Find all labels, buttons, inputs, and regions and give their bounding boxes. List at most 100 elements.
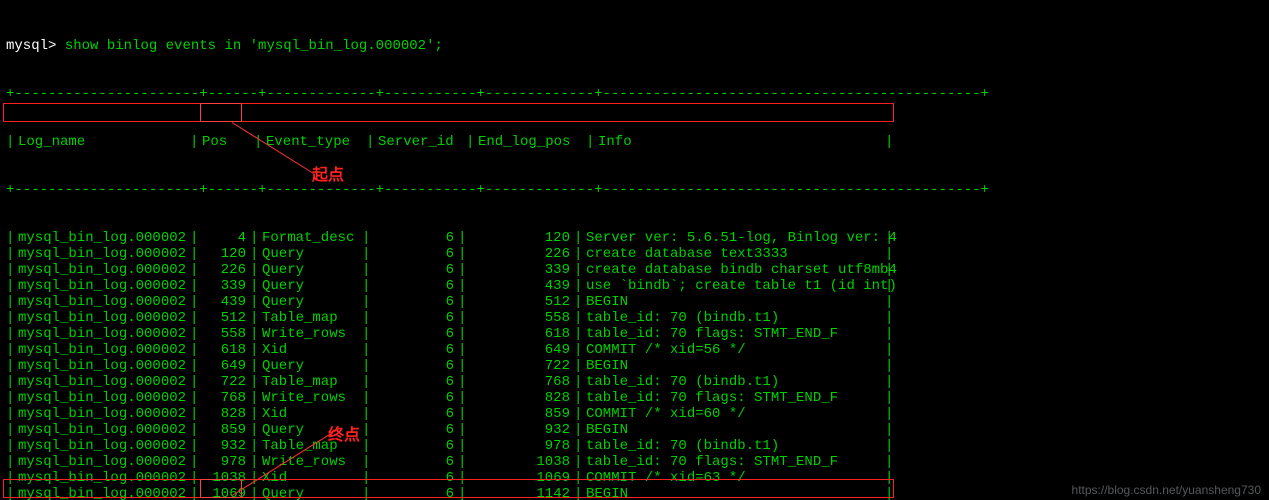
cell-log-name: mysql_bin_log.000002 — [14, 310, 190, 326]
cell-server-id: 6 — [370, 310, 458, 326]
cell-event-type: Table_map — [258, 310, 362, 326]
cell-event-type: Query — [258, 358, 362, 374]
cell-info: Server ver: 5.6.51-log, Binlog ver: 4 — [582, 230, 1269, 246]
cell-server-id: 6 — [370, 374, 458, 390]
cell-pos: 859 — [198, 422, 250, 438]
table-row: |mysql_bin_log.000002|978|Write_rows|6|1… — [6, 454, 1269, 470]
cell-server-id: 6 — [370, 486, 458, 500]
cell-end-log-pos: 226 — [466, 246, 574, 262]
cell-info: table_id: 70 (bindb.t1) — [582, 438, 1269, 454]
cell-log-name: mysql_bin_log.000002 — [14, 438, 190, 454]
cell-server-id: 6 — [370, 246, 458, 262]
cell-server-id: 6 — [370, 342, 458, 358]
cell-server-id: 6 — [370, 326, 458, 342]
cell-pos: 828 — [198, 406, 250, 422]
cell-info: create database bindb charset utf8mb4 — [582, 262, 1269, 278]
cell-pos: 439 — [198, 294, 250, 310]
cell-log-name: mysql_bin_log.000002 — [14, 406, 190, 422]
cell-end-log-pos: 649 — [466, 342, 574, 358]
cell-event-type: Table_map — [258, 438, 362, 454]
cell-pos: 649 — [198, 358, 250, 374]
cell-info: create database text3333 — [582, 246, 1269, 262]
table-row: |mysql_bin_log.000002|618|Xid|6|649|COMM… — [6, 342, 1269, 358]
cell-event-type: Xid — [258, 406, 362, 422]
cell-server-id: 6 — [370, 406, 458, 422]
watermark-url: https://blog.csdn.net/yuansheng730 — [1072, 482, 1261, 498]
cell-info: use `bindb`; create table t1 (id int) — [582, 278, 1269, 294]
cell-event-type: Query — [258, 486, 362, 500]
header-pos: Pos — [198, 134, 254, 150]
cell-info: BEGIN — [582, 294, 1269, 310]
cell-info: table_id: 70 flags: STMT_END_F — [582, 454, 1269, 470]
cell-end-log-pos: 512 — [466, 294, 574, 310]
cell-end-log-pos: 932 — [466, 422, 574, 438]
cell-end-log-pos: 859 — [466, 406, 574, 422]
table-row: |mysql_bin_log.000002|649|Query|6|722|BE… — [6, 358, 1269, 374]
table-row: |mysql_bin_log.000002|120|Query|6|226|cr… — [6, 246, 1269, 262]
table-row: |mysql_bin_log.000002|439|Query|6|512|BE… — [6, 294, 1269, 310]
cell-server-id: 6 — [370, 230, 458, 246]
cell-event-type: Table_map — [258, 374, 362, 390]
header-end-log-pos: End_log_pos — [474, 134, 586, 150]
cell-event-type: Write_rows — [258, 390, 362, 406]
cell-server-id: 6 — [370, 470, 458, 486]
cell-end-log-pos: 1069 — [466, 470, 574, 486]
cell-info: BEGIN — [582, 422, 1269, 438]
cell-event-type: Query — [258, 422, 362, 438]
cell-event-type: Xid — [258, 470, 362, 486]
cell-log-name: mysql_bin_log.000002 — [14, 454, 190, 470]
cell-pos: 768 — [198, 390, 250, 406]
cell-info: table_id: 70 (bindb.t1) — [582, 310, 1269, 326]
cell-log-name: mysql_bin_log.000002 — [14, 358, 190, 374]
table-row: |mysql_bin_log.000002|859|Query|6|932|BE… — [6, 422, 1269, 438]
cell-server-id: 6 — [370, 294, 458, 310]
cell-log-name: mysql_bin_log.000002 — [14, 422, 190, 438]
cell-log-name: mysql_bin_log.000002 — [14, 470, 190, 486]
cell-pos: 932 — [198, 438, 250, 454]
cell-server-id: 6 — [370, 390, 458, 406]
table-row: |mysql_bin_log.000002|226|Query|6|339|cr… — [6, 262, 1269, 278]
cell-end-log-pos: 768 — [466, 374, 574, 390]
cell-end-log-pos: 828 — [466, 390, 574, 406]
separator-top: +----------------------+------+---------… — [6, 86, 1269, 102]
cell-pos: 226 — [198, 262, 250, 278]
cell-event-type: Query — [258, 262, 362, 278]
cell-log-name: mysql_bin_log.000002 — [14, 326, 190, 342]
cell-pos: 1069 — [198, 486, 250, 500]
cell-end-log-pos: 722 — [466, 358, 574, 374]
table-row: |mysql_bin_log.000002|339|Query|6|439|us… — [6, 278, 1269, 294]
prompt-text: mysql> — [6, 38, 56, 54]
table-row: |mysql_bin_log.000002|4|Format_desc|6|12… — [6, 230, 1269, 246]
header-server-id: Server_id — [374, 134, 466, 150]
table-row: |mysql_bin_log.000002|828|Xid|6|859|COMM… — [6, 406, 1269, 422]
cell-log-name: mysql_bin_log.000002 — [14, 246, 190, 262]
cell-server-id: 6 — [370, 262, 458, 278]
cell-info: COMMIT /* xid=60 */ — [582, 406, 1269, 422]
separator-mid: +----------------------+------+---------… — [6, 182, 1269, 198]
header-info: Info — [594, 134, 1269, 150]
cell-pos: 722 — [198, 374, 250, 390]
table-header: |Log_name |Pos |Event_type |Server_id |E… — [6, 134, 1269, 150]
cell-event-type: Write_rows — [258, 326, 362, 342]
cell-log-name: mysql_bin_log.000002 — [14, 230, 190, 246]
cell-server-id: 6 — [370, 438, 458, 454]
cell-info: table_id: 70 (bindb.t1) — [582, 374, 1269, 390]
cell-event-type: Xid — [258, 342, 362, 358]
cell-pos: 339 — [198, 278, 250, 294]
table-row: |mysql_bin_log.000002|722|Table_map|6|76… — [6, 374, 1269, 390]
cell-pos: 120 — [198, 246, 250, 262]
cell-pos: 558 — [198, 326, 250, 342]
cell-pos: 1038 — [198, 470, 250, 486]
cell-end-log-pos: 978 — [466, 438, 574, 454]
cell-info: BEGIN — [582, 358, 1269, 374]
cell-pos: 618 — [198, 342, 250, 358]
cell-end-log-pos: 339 — [466, 262, 574, 278]
cell-log-name: mysql_bin_log.000002 — [14, 342, 190, 358]
cell-pos: 978 — [198, 454, 250, 470]
table-row: |mysql_bin_log.000002|932|Table_map|6|97… — [6, 438, 1269, 454]
cell-log-name: mysql_bin_log.000002 — [14, 278, 190, 294]
cell-server-id: 6 — [370, 454, 458, 470]
cell-end-log-pos: 558 — [466, 310, 574, 326]
terminal-output: mysql> show binlog events in 'mysql_bin_… — [0, 0, 1269, 500]
cell-end-log-pos: 1142 — [466, 486, 574, 500]
